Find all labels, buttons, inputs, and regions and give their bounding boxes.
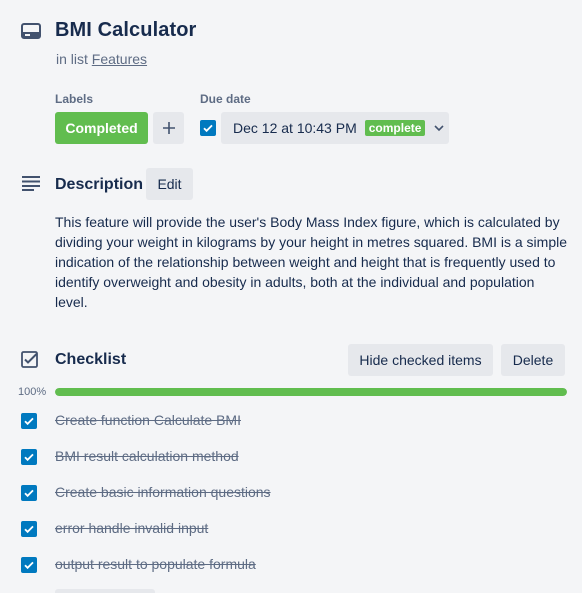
list-location: in list Features — [56, 51, 147, 67]
in-list-prefix: in list — [56, 51, 88, 67]
checklist-item-checkbox[interactable] — [21, 449, 37, 465]
checklist-item-text[interactable]: BMI result calculation method — [55, 448, 239, 464]
hide-checked-items-button[interactable]: Hide checked items — [348, 344, 493, 376]
checklist-icon — [21, 351, 38, 368]
checklist-progress-percent: 100% — [18, 386, 47, 398]
labels-heading: Labels — [55, 92, 94, 106]
check-icon — [24, 489, 34, 498]
due-date-text: Dec 12 at 10:43 PM — [233, 120, 357, 136]
description-heading: Description — [55, 176, 144, 193]
checklist-item-checkbox[interactable] — [21, 521, 37, 537]
checklist-item[interactable]: Create basic information questions — [0, 479, 582, 507]
checklist-item[interactable]: Create function Calculate BMI — [0, 407, 582, 435]
plus-icon — [162, 122, 175, 134]
checklist-item-checkbox[interactable] — [21, 557, 37, 573]
checklist-progress-bar — [55, 388, 567, 396]
checklist-item[interactable]: output result to populate formula — [0, 551, 582, 579]
chevron-down-icon — [434, 125, 445, 132]
checklist-item-checkbox[interactable] — [21, 485, 37, 501]
description-icon — [22, 176, 40, 191]
checklist-item-text[interactable]: output result to populate formula — [55, 556, 256, 572]
card-icon — [21, 23, 41, 39]
checklist-progress-fill — [55, 388, 567, 396]
checklist-item[interactable]: BMI result calculation method — [0, 443, 582, 471]
check-icon — [24, 525, 34, 534]
check-icon — [24, 453, 34, 462]
edit-description-button[interactable]: Edit — [146, 168, 193, 200]
check-icon — [203, 124, 213, 133]
checklist-item[interactable]: error handle invalid input — [0, 515, 582, 543]
due-date-button[interactable]: Dec 12 at 10:43 PM complete — [221, 112, 449, 144]
description-text[interactable]: This feature will provide the user's Bod… — [55, 212, 567, 312]
list-link[interactable]: Features — [92, 51, 147, 67]
due-date-heading: Due date — [200, 92, 251, 106]
label-chip-completed[interactable]: Completed — [55, 112, 148, 144]
checklist-item-text[interactable]: error handle invalid input — [55, 520, 208, 536]
card-title[interactable]: BMI Calculator — [55, 19, 196, 42]
checklist-heading: Checklist — [55, 351, 127, 368]
add-label-button[interactable] — [153, 112, 184, 144]
delete-checklist-button[interactable]: Delete — [501, 344, 565, 376]
checklist-item-checkbox[interactable] — [21, 413, 37, 429]
due-status-badge: complete — [364, 120, 426, 136]
checklist-item-text[interactable]: Create basic information questions — [55, 484, 271, 500]
checklist-item-text[interactable]: Create function Calculate BMI — [55, 412, 241, 428]
card-detail: BMI Calculator in list Features Labels C… — [0, 0, 582, 593]
check-icon — [24, 561, 34, 570]
add-item-button[interactable] — [55, 589, 155, 593]
due-complete-checkbox[interactable] — [200, 120, 216, 136]
check-icon — [24, 417, 34, 426]
